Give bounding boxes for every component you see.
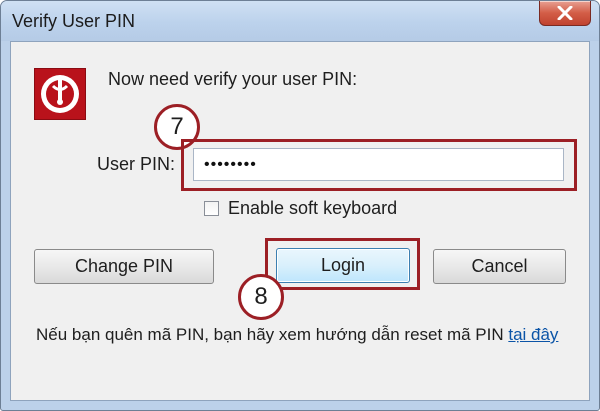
window-title: Verify User PIN	[12, 11, 136, 31]
prompt-text: Now need verify your user PIN:	[108, 69, 358, 89]
step-8-badge: 8	[238, 274, 284, 320]
title-bar[interactable]: Verify User PIN	[1, 1, 599, 41]
reset-pin-hint: Nếu bạn quên mã PIN, bạn hãy xem hướng d…	[36, 322, 576, 347]
cancel-button[interactable]: Cancel	[433, 249, 566, 284]
change-pin-button[interactable]: Change PIN	[34, 249, 214, 284]
close-button[interactable]	[539, 1, 591, 26]
bank-logo-icon	[41, 75, 79, 113]
dialog-body: Now need verify your user PIN: 7 User PI…	[10, 41, 590, 401]
soft-keyboard-checkbox[interactable]	[204, 201, 219, 216]
login-button[interactable]: Login	[276, 248, 410, 283]
reset-pin-text: Nếu bạn quên mã PIN, bạn hãy xem hướng d…	[36, 325, 509, 344]
verify-pin-window: Verify User PIN Now need verify your use…	[0, 0, 600, 411]
user-pin-label: User PIN:	[97, 154, 176, 174]
close-icon	[557, 6, 573, 20]
reset-pin-link[interactable]: tại đây	[508, 325, 558, 344]
soft-keyboard-label[interactable]: Enable soft keyboard	[228, 198, 397, 219]
user-pin-input[interactable]	[193, 148, 564, 181]
app-logo	[34, 68, 86, 120]
